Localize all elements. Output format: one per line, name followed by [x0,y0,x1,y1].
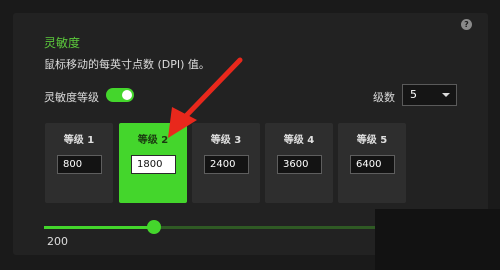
annotation-arrow-icon [168,57,243,138]
